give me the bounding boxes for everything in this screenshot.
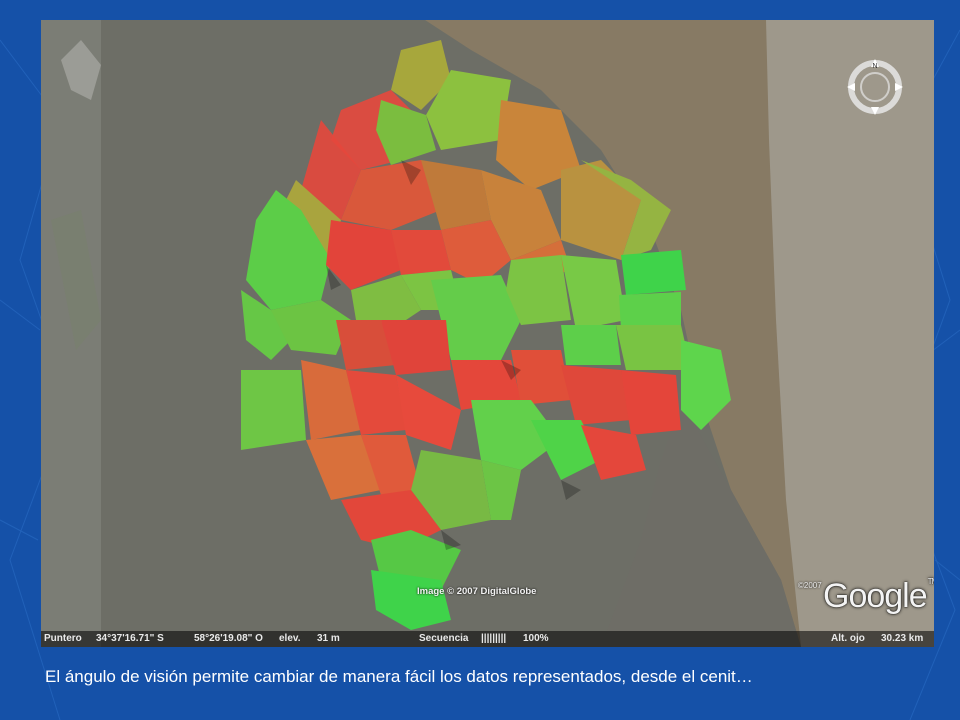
satellite-map[interactable] — [41, 20, 934, 647]
district[interactable] — [621, 370, 681, 435]
logo-copyright: ©2007 — [798, 581, 822, 590]
status-bar: Puntero 34°37'16.71" S 58°26'19.08" O el… — [41, 631, 934, 647]
district[interactable] — [619, 292, 681, 330]
compass-north-label: N — [872, 63, 877, 70]
district[interactable] — [616, 325, 691, 370]
map-view[interactable]: N Image © 2007 DigitalGlobe ©2007 Google… — [41, 20, 934, 647]
pointer-longitude: 58°26'19.08" O — [194, 633, 263, 644]
google-logo-text: Google — [823, 577, 928, 615]
streaming-label: Secuencia — [419, 633, 469, 644]
streaming-progress-bars: ||||||||| — [481, 633, 507, 644]
district[interactable] — [621, 250, 686, 295]
compass-icon[interactable]: N — [845, 57, 905, 117]
land-strip-west — [41, 20, 101, 647]
imagery-credit: Image © 2007 DigitalGlobe — [417, 586, 537, 597]
pointer-label: Puntero — [44, 633, 82, 644]
elevation-label: elev. — [279, 633, 301, 644]
elevation-value: 31 m — [317, 633, 340, 644]
pointer-latitude: 34°37'16.71" S — [96, 633, 164, 644]
streaming-percent: 100% — [523, 633, 549, 644]
district[interactable] — [241, 370, 306, 450]
slide-caption: El ángulo de visión permite cambiar de m… — [45, 667, 753, 686]
google-logo: GoogleTM — [823, 577, 934, 616]
district[interactable] — [391, 230, 451, 275]
eye-altitude-value: 30.23 km — [881, 633, 924, 644]
district[interactable] — [561, 325, 621, 365]
district[interactable] — [511, 350, 571, 405]
google-logo-tm: TM — [927, 577, 934, 586]
eye-altitude-label: Alt. ojo — [831, 633, 865, 644]
